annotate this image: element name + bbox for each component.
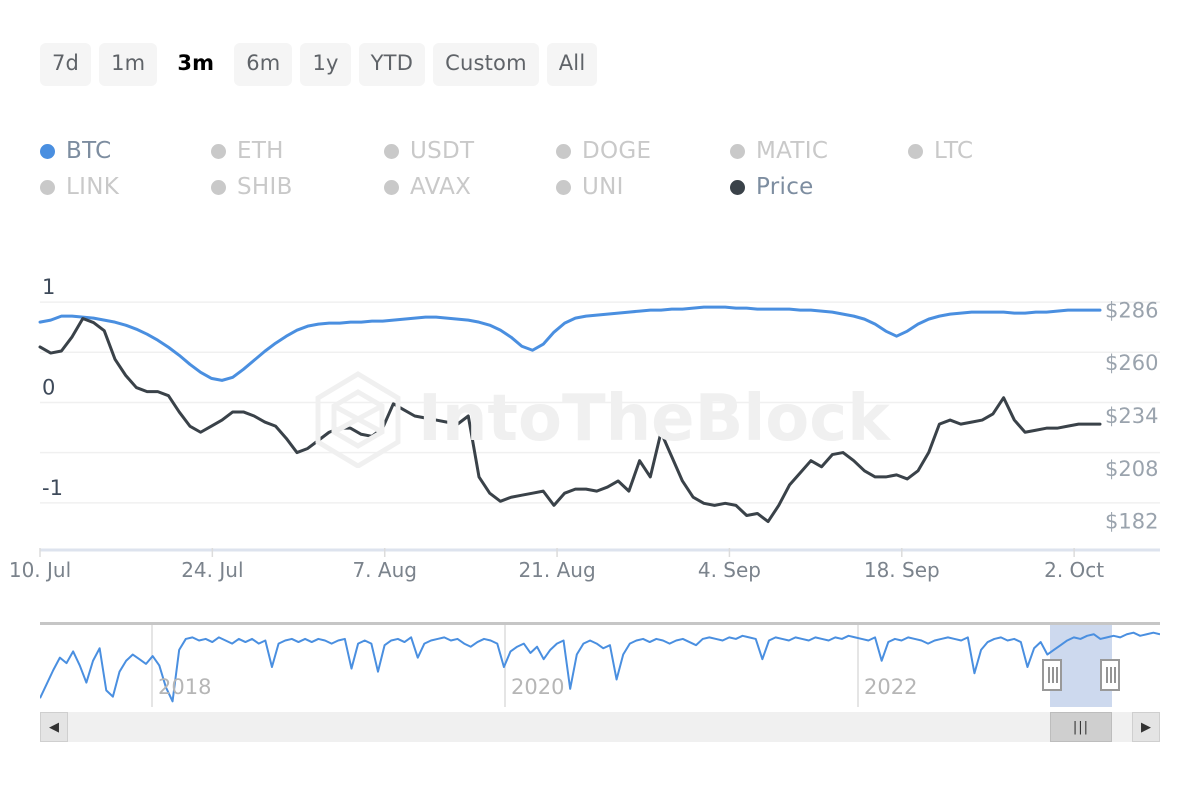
right-axis-tick-label: $286 bbox=[1105, 298, 1158, 322]
right-axis-tick-label: $182 bbox=[1105, 510, 1158, 534]
x-axis-tick-label: 24. Jul bbox=[181, 558, 243, 582]
left-axis-tick-label: 0 bbox=[42, 375, 55, 399]
timeframe-button-1y[interactable]: 1y bbox=[300, 43, 351, 86]
x-axis-tick-label: 2. Oct bbox=[1044, 558, 1104, 582]
scroll-left-button[interactable]: ◀ bbox=[40, 712, 68, 742]
legend-item-ltc[interactable]: LTC bbox=[908, 133, 973, 169]
legend-label: LTC bbox=[934, 138, 974, 164]
main-chart: 1 0 -1 $286 $260 $234 $208 $182 bbox=[0, 270, 1200, 560]
timeframe-button-custom[interactable]: Custom bbox=[433, 43, 539, 86]
series-legend: BTC ETH USDT DOGE MATIC LTC LINK SHIB AVAX UNI Pri… bbox=[40, 133, 1040, 205]
legend-item-eth[interactable]: ETH bbox=[211, 133, 384, 169]
left-axis-tick-label: 1 bbox=[42, 275, 55, 299]
legend-item-shib[interactable]: SHIB bbox=[211, 169, 384, 205]
legend-dot-icon bbox=[730, 143, 745, 159]
arrow-left-icon: ◀ bbox=[49, 719, 59, 735]
timeframe-button-6m[interactable]: 6m bbox=[234, 43, 293, 86]
legend-item-link[interactable]: LINK bbox=[40, 169, 211, 205]
legend-label: DOGE bbox=[582, 138, 652, 164]
navigator-handle-left[interactable] bbox=[1042, 659, 1062, 691]
timeframe-button-ytd[interactable]: YTD bbox=[358, 43, 426, 86]
navigator-scrollbar[interactable]: ◀ ||| ▶ bbox=[40, 712, 1160, 742]
legend-dot-icon bbox=[40, 143, 55, 159]
legend-item-uni[interactable]: UNI bbox=[556, 169, 730, 205]
legend-item-matic[interactable]: MATIC bbox=[730, 133, 908, 169]
x-axis-tick-label: 18. Sep bbox=[864, 558, 940, 582]
legend-item-usdt[interactable]: USDT bbox=[384, 133, 556, 169]
legend-label: MATIC bbox=[756, 138, 829, 164]
x-axis-tick-label: 7. Aug bbox=[352, 558, 417, 582]
legend-dot-icon bbox=[556, 143, 571, 159]
legend-item-avax[interactable]: AVAX bbox=[384, 169, 556, 205]
legend-label: SHIB bbox=[237, 174, 293, 200]
legend-dot-icon bbox=[908, 143, 923, 159]
timeframe-button-1m[interactable]: 1m bbox=[99, 43, 158, 86]
timeframe-button-7d[interactable]: 7d bbox=[40, 43, 92, 86]
gridlines bbox=[40, 301, 1160, 552]
x-axis: 10. Jul 24. Jul 7. Aug 21. Aug 4. Sep 18. Sep… bbox=[0, 548, 1200, 588]
legend-item-doge[interactable]: DOGE bbox=[556, 133, 730, 169]
legend-dot-icon bbox=[730, 179, 745, 195]
legend-label: AVAX bbox=[410, 174, 472, 200]
legend-label: LINK bbox=[66, 174, 120, 200]
x-axis-ticks: 10. Jul 24. Jul 7. Aug 21. Aug 4. Sep 18. Sep… bbox=[9, 548, 1104, 582]
scroll-right-button[interactable]: ▶ bbox=[1132, 712, 1160, 742]
left-axis-labels: 1 0 -1 bbox=[42, 275, 63, 500]
x-axis-tick-label: 10. Jul bbox=[9, 558, 71, 582]
grip-icon: ||| bbox=[1072, 719, 1090, 735]
legend-dot-icon bbox=[384, 179, 399, 195]
navigator-year-label: 2022 bbox=[864, 675, 917, 699]
navigator-svg[interactable]: 2018 2020 2022 bbox=[39, 622, 1161, 707]
legend-dot-icon bbox=[211, 179, 226, 195]
scrollbar-thumb[interactable]: ||| bbox=[1050, 712, 1112, 742]
navigator-handle-right[interactable] bbox=[1100, 659, 1120, 691]
navigator-year-label: 2018 bbox=[158, 675, 211, 699]
legend-label: Price bbox=[756, 174, 814, 200]
right-axis-labels: $286 $260 $234 $208 $182 bbox=[1105, 298, 1158, 533]
right-axis-tick-label: $260 bbox=[1105, 351, 1158, 375]
legend-label: BTC bbox=[66, 138, 112, 164]
timeframe-button-3m[interactable]: 3m bbox=[165, 43, 227, 86]
main-chart-svg: 1 0 -1 $286 $260 $234 $208 $182 bbox=[38, 275, 1160, 552]
legend-dot-icon bbox=[211, 143, 226, 159]
legend-dot-icon bbox=[40, 179, 55, 195]
series-line-btc bbox=[38, 305, 1102, 382]
legend-label: USDT bbox=[410, 138, 475, 164]
arrow-right-icon: ▶ bbox=[1141, 719, 1151, 735]
legend-item-price[interactable]: Price bbox=[730, 169, 814, 205]
navigator-top-border bbox=[40, 622, 1160, 625]
right-axis-tick-label: $234 bbox=[1105, 404, 1158, 428]
timeframe-selector: 7d 1m 3m 6m 1y YTD Custom All bbox=[40, 43, 598, 86]
range-navigator[interactable]: 2018 2020 2022 bbox=[39, 622, 1161, 707]
legend-dot-icon bbox=[556, 179, 571, 195]
left-axis-tick-label: -1 bbox=[42, 476, 63, 500]
legend-item-btc[interactable]: BTC bbox=[40, 133, 211, 169]
legend-label: UNI bbox=[582, 174, 624, 200]
timeframe-button-all[interactable]: All bbox=[546, 43, 598, 86]
series-lines bbox=[38, 305, 1102, 524]
legend-dot-icon bbox=[384, 143, 399, 159]
series-line-price bbox=[38, 317, 1102, 524]
x-axis-tick-label: 21. Aug bbox=[518, 558, 595, 582]
navigator-year-label: 2020 bbox=[511, 675, 564, 699]
navigator-year-labels: 2018 2020 2022 bbox=[158, 675, 917, 699]
legend-label: ETH bbox=[237, 138, 284, 164]
right-axis-tick-label: $208 bbox=[1105, 457, 1158, 481]
x-axis-tick-label: 4. Sep bbox=[698, 558, 761, 582]
